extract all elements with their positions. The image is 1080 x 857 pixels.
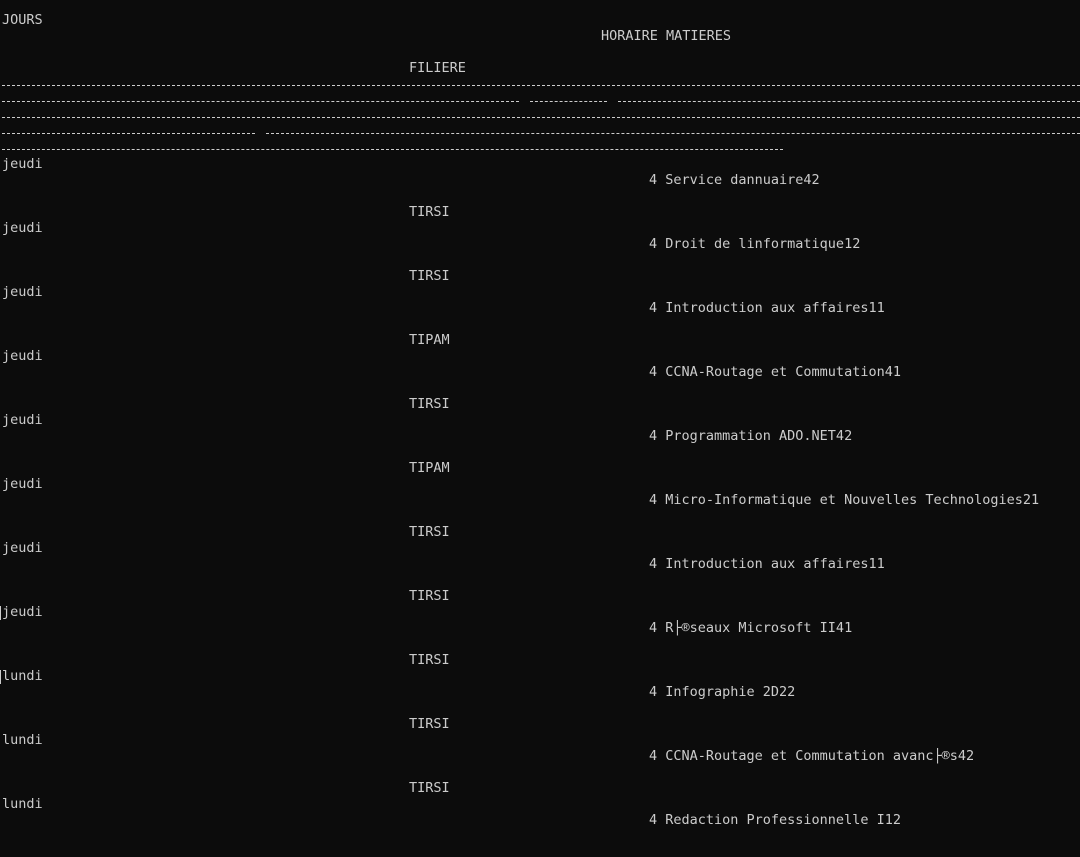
row-matiere: 4 Introduction aux affaires11 xyxy=(649,300,885,316)
row-matiere: 4 Droit de linformatique12 xyxy=(649,236,861,252)
row-matiere: 4 Micro-Informatique et Nouvelles Techno… xyxy=(649,492,1040,508)
row-matiere: 4 Service dannuaire42 xyxy=(649,172,820,188)
row-matiere: 4 CCNA-Routage et Commutation avanc├®s42 xyxy=(649,748,975,764)
text-cursor xyxy=(0,606,1,620)
separator-line xyxy=(618,101,1080,103)
row-jour: jeudi xyxy=(2,220,43,236)
row-jour: lundi xyxy=(2,668,43,684)
row-matiere: 4 Redaction Professionnelle I12 xyxy=(649,812,901,828)
console-window[interactable]: JOURS HORAIRE MATIERES FILIERE jeudi 4 S… xyxy=(0,0,1080,857)
row-jour: jeudi xyxy=(2,348,43,364)
row-matiere: 4 R├®seaux Microsoft II41 xyxy=(649,620,853,636)
row-matiere: 4 Introduction aux affaires11 xyxy=(649,556,885,572)
separator-line xyxy=(2,149,783,151)
header-filiere: FILIERE xyxy=(409,60,466,76)
row-filiere: TIRSI xyxy=(409,652,450,668)
row-jour: jeudi xyxy=(2,476,43,492)
separator-line xyxy=(2,101,519,103)
row-filiere: TIRSI xyxy=(409,524,450,540)
separator-line xyxy=(530,101,607,103)
row-filiere: TIRSI xyxy=(409,716,450,732)
row-jour: jeudi xyxy=(2,604,43,620)
row-filiere: TIRSI xyxy=(409,204,450,220)
row-jour: lundi xyxy=(2,796,43,812)
row-jour: jeudi xyxy=(2,540,43,556)
row-filiere: TIRSI xyxy=(409,780,450,796)
row-filiere: TIPAM xyxy=(409,332,450,348)
separator-line xyxy=(2,117,1080,119)
row-filiere: TIRSI xyxy=(409,588,450,604)
row-filiere: TIRSI xyxy=(409,268,450,284)
text-cursor xyxy=(0,670,1,684)
header-horaire-matieres: HORAIRE MATIERES xyxy=(601,28,732,44)
row-jour: jeudi xyxy=(2,284,43,300)
separator-line xyxy=(2,133,255,135)
header-jours: JOURS xyxy=(2,12,43,28)
row-jour: jeudi xyxy=(2,156,43,172)
separator-line xyxy=(2,85,1080,87)
row-matiere: 4 Infographie 2D22 xyxy=(649,684,796,700)
row-filiere: TIPAM xyxy=(409,460,450,476)
row-matiere: 4 Programmation ADO.NET42 xyxy=(649,428,853,444)
separator-line xyxy=(266,133,1080,135)
row-jour: jeudi xyxy=(2,412,43,428)
row-matiere: 4 CCNA-Routage et Commutation41 xyxy=(649,364,901,380)
row-jour: lundi xyxy=(2,732,43,748)
row-filiere: TIRSI xyxy=(409,396,450,412)
